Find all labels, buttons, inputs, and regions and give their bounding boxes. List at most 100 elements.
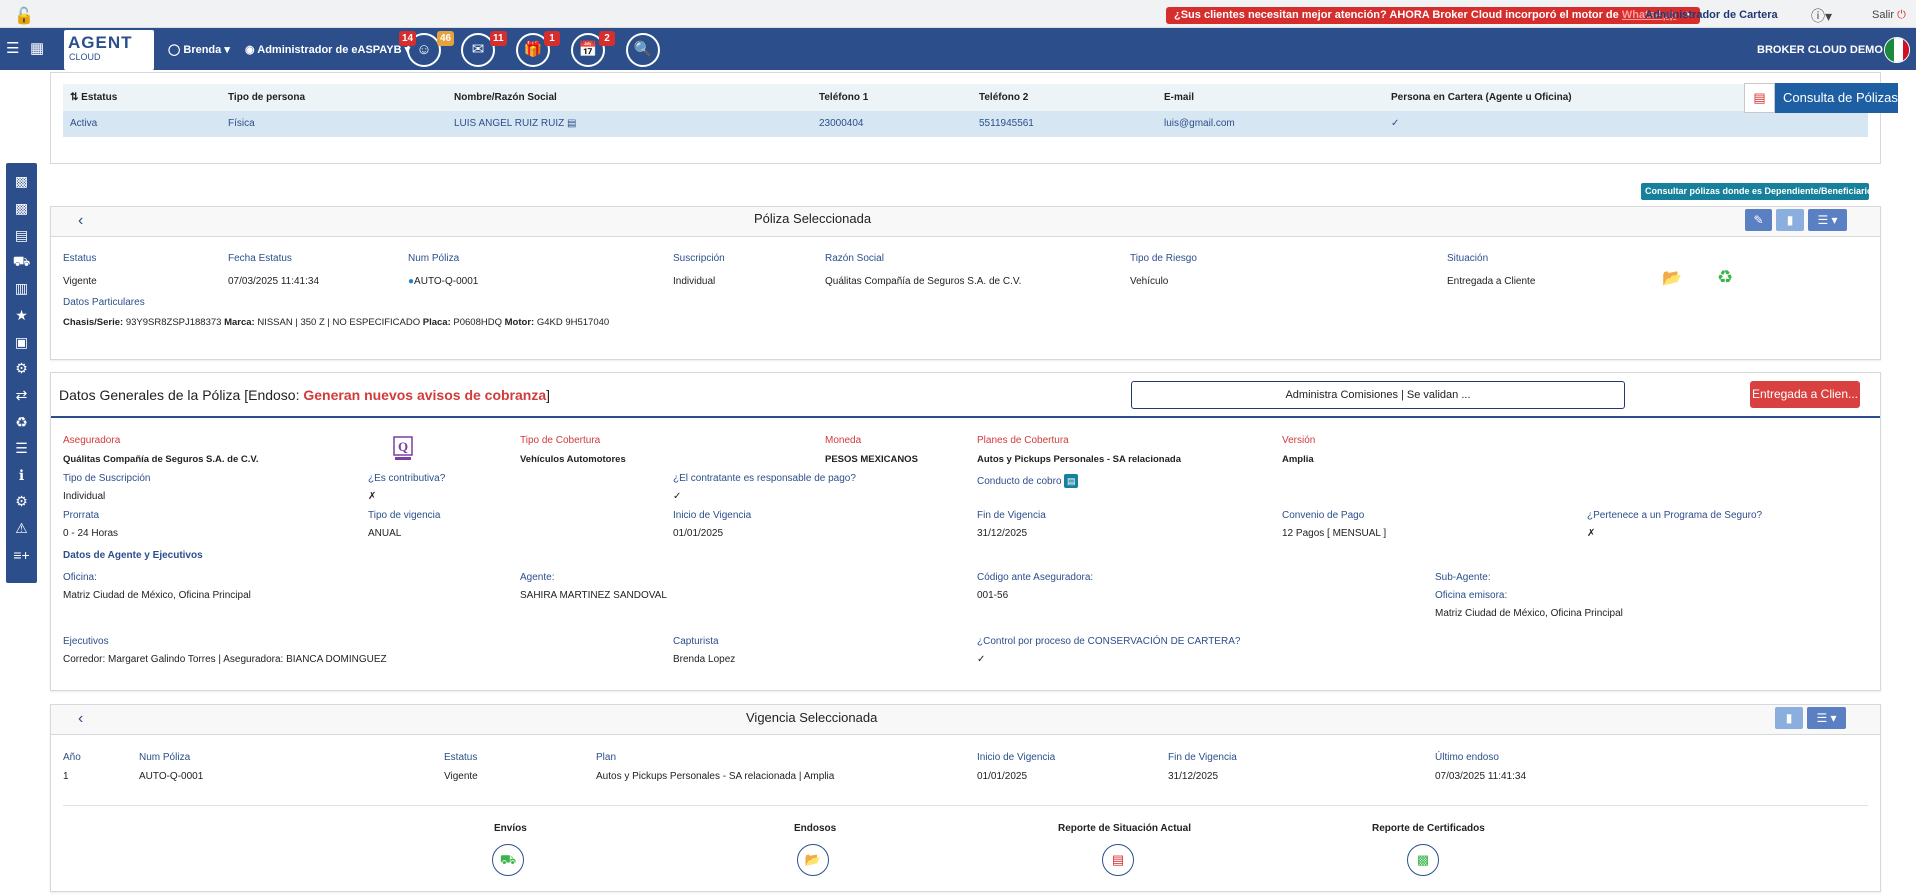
cell-tel2: 5511945561	[979, 118, 1034, 129]
col-estatus-label: Estatus	[81, 92, 118, 103]
apps-grid-icon[interactable]: ▦	[30, 39, 44, 57]
add-list-icon[interactable]: ≡+	[6, 547, 37, 563]
sort-icon: ⇅	[70, 92, 79, 103]
value-capturista: Brenda Lopez	[673, 654, 736, 665]
datos-generales-panel	[50, 372, 1881, 691]
agente-section-title: Datos de Agente y Ejecutivos	[63, 550, 203, 561]
settings-icon[interactable]: ⚙	[6, 493, 37, 510]
recycle-icon[interactable]: ♻	[6, 414, 37, 431]
excel-report-icon[interactable]: ▩	[1407, 844, 1439, 876]
brand-name: BROKER CLOUD DEMO	[1757, 44, 1883, 56]
label-fin-vigencia: Fin de Vigencia	[1168, 752, 1237, 763]
status-button[interactable]: Entregada a Clien...	[1750, 381, 1860, 408]
info-icon[interactable]: ℹ	[6, 467, 37, 484]
poliza-header	[51, 207, 1880, 237]
presentation-icon[interactable]: ▣	[6, 334, 37, 351]
comment-icon[interactable]: ▮	[1775, 707, 1803, 729]
value-num-poliza: AUTO-Q-0001	[139, 771, 204, 782]
agent-cloud-logo[interactable]: AGENT CLOUD	[64, 30, 154, 70]
value-agente: SAHIRA MARTINEZ SANDOVAL	[520, 590, 667, 601]
edit-icon[interactable]: ✎	[1745, 209, 1772, 231]
placa-value: P0608HDQ	[453, 317, 502, 328]
truck-icon[interactable]: ⛟	[492, 844, 524, 876]
label-inicio-vigencia: Inicio de Vigencia	[977, 752, 1056, 763]
logo-text: AGENT	[68, 33, 133, 52]
value-ultimo-endoso: 07/03/2025 11:41:34	[1435, 771, 1527, 782]
label-razon-social: Razón Social	[825, 253, 884, 264]
admin-cartera-link[interactable]: Administrador de Cartera	[1645, 9, 1778, 21]
cell-cartera: ✓	[1391, 118, 1400, 129]
value-contributiva: ✗	[368, 491, 377, 502]
calendar-badge: 2	[599, 31, 615, 46]
pdf-report-icon[interactable]: ▤	[1102, 844, 1134, 876]
back-icon[interactable]: ‹	[78, 212, 83, 230]
clipboard-icon[interactable]: ▥	[6, 280, 37, 297]
clients-alt-badge: 46	[437, 31, 455, 46]
value-num-poliza[interactable]: ●AUTO-Q-0001	[408, 276, 478, 287]
logout-link[interactable]: Salir ⏻	[1872, 9, 1906, 22]
col-email[interactable]: E-mail	[1164, 92, 1194, 103]
label-tipo-cobertura: Tipo de Cobertura	[520, 435, 601, 446]
table-row[interactable]	[63, 111, 1868, 137]
admin-comisiones-button[interactable]: Administra Comisiones | Se validan ...	[1131, 381, 1625, 409]
label-programa: ¿Pertenece a un Programa de Seguro?	[1587, 510, 1763, 521]
value-tipo-vigencia: ANUAL	[368, 528, 402, 539]
value-moneda: PESOS MEXICANOS	[825, 454, 918, 465]
value-situacion: Entregada a Cliente	[1447, 276, 1536, 287]
comment-icon[interactable]: ▮	[1776, 209, 1804, 231]
role-menu[interactable]: ◉ Administrador de eASPAYB ▾	[245, 43, 410, 56]
dg-title-highlight: Generan nuevos avisos de cobranza	[303, 387, 547, 403]
recycle-green-icon[interactable]: ♻	[1717, 267, 1733, 288]
warning-icon[interactable]: ⚠	[6, 520, 37, 537]
value-ejecutivos: Corredor: Margaret Galindo Torres | Aseg…	[63, 654, 387, 665]
label-fin-vigencia: Fin de Vigencia	[977, 510, 1046, 521]
handshake-icon[interactable]: ★	[6, 307, 37, 324]
excel-icon[interactable]: ▩	[6, 173, 37, 190]
actions-menu-icon[interactable]: ☰ ▾	[1808, 209, 1847, 231]
col-telefono1[interactable]: Teléfono 1	[819, 92, 868, 103]
col-nombre[interactable]: Nombre/Razón Social	[454, 92, 557, 103]
col-estatus[interactable]: ⇅ Estatus	[70, 92, 117, 103]
help-icon[interactable]: ⓘ▾	[1811, 6, 1832, 26]
col-telefono2[interactable]: Teléfono 2	[979, 92, 1028, 103]
logo-subtext: CLOUD	[69, 52, 101, 62]
value-anio: 1	[63, 771, 69, 782]
user-menu[interactable]: ◯ Brenda ▾	[168, 43, 230, 56]
pdf-icon[interactable]: ▤	[1744, 83, 1775, 113]
car-icon[interactable]: ⛟	[6, 253, 37, 272]
cell-nombre[interactable]: LUIS ANGEL RUIZ RUIZ ▤	[454, 118, 576, 129]
label-conducto[interactable]: Conducto de cobro ▤	[977, 474, 1079, 488]
datos-generales-title: Datos Generales de la Póliza [Endoso: Ge…	[59, 387, 550, 403]
folder-icon[interactable]: 📂	[797, 844, 829, 876]
unlock-icon[interactable]: 🔓	[14, 6, 34, 26]
folder-icon[interactable]: 📂	[1662, 268, 1682, 288]
globe-icon: ◉	[245, 44, 255, 56]
excel-export-icon[interactable]: ▩	[6, 200, 37, 217]
value-estatus: Vigente	[444, 771, 478, 782]
back-icon[interactable]: ‹	[78, 710, 83, 728]
file-transfer-icon[interactable]: ⇄	[6, 387, 37, 404]
card-icon: ▤	[1064, 474, 1079, 488]
label-situacion: Situación	[1447, 253, 1489, 264]
actions-menu-icon[interactable]: ☰ ▾	[1807, 707, 1846, 729]
cell-estatus: Activa	[70, 118, 98, 129]
value-codigo: 001-56	[977, 590, 1009, 601]
dependiente-button[interactable]: Consultar pólizas donde es Dependiente/B…	[1641, 183, 1883, 200]
envios-label: Envíos	[494, 823, 527, 834]
menu-icon[interactable]: ☰	[6, 39, 19, 57]
value-tipo-cobertura: Vehículos Automotores	[520, 454, 626, 465]
label-inicio-vigencia: Inicio de Vigencia	[673, 510, 752, 521]
col-tipo-persona[interactable]: Tipo de persona	[228, 92, 305, 103]
mexico-flag-icon[interactable]	[1884, 37, 1910, 63]
value-aseguradora: Quálitas Compañía de Seguros S.A. de C.V…	[63, 454, 259, 465]
list-icon[interactable]: ☰	[6, 440, 37, 457]
col-cartera[interactable]: Persona en Cartera (Agente u Oficina)	[1391, 92, 1572, 103]
document-icon[interactable]: ▤	[6, 227, 37, 244]
whatsapp-promo-banner[interactable]: ¿Sus clientes necesitan mejor atención? …	[1166, 7, 1700, 24]
user-search-icon[interactable]: 🔍	[626, 33, 660, 67]
car-key-icon[interactable]: ⚙	[6, 360, 37, 377]
label-num-poliza: Num Póliza	[139, 752, 191, 763]
num-poliza-text: AUTO-Q-0001	[414, 276, 479, 287]
reporte-certificados-label: Reporte de Certificados	[1372, 823, 1485, 834]
left-tool-sidebar: ▩ ▩ ▤ ⛟ ▥ ★ ▣ ⚙ ⇄ ♻ ☰ ℹ ⚙ ⚠ ≡+	[6, 163, 37, 583]
